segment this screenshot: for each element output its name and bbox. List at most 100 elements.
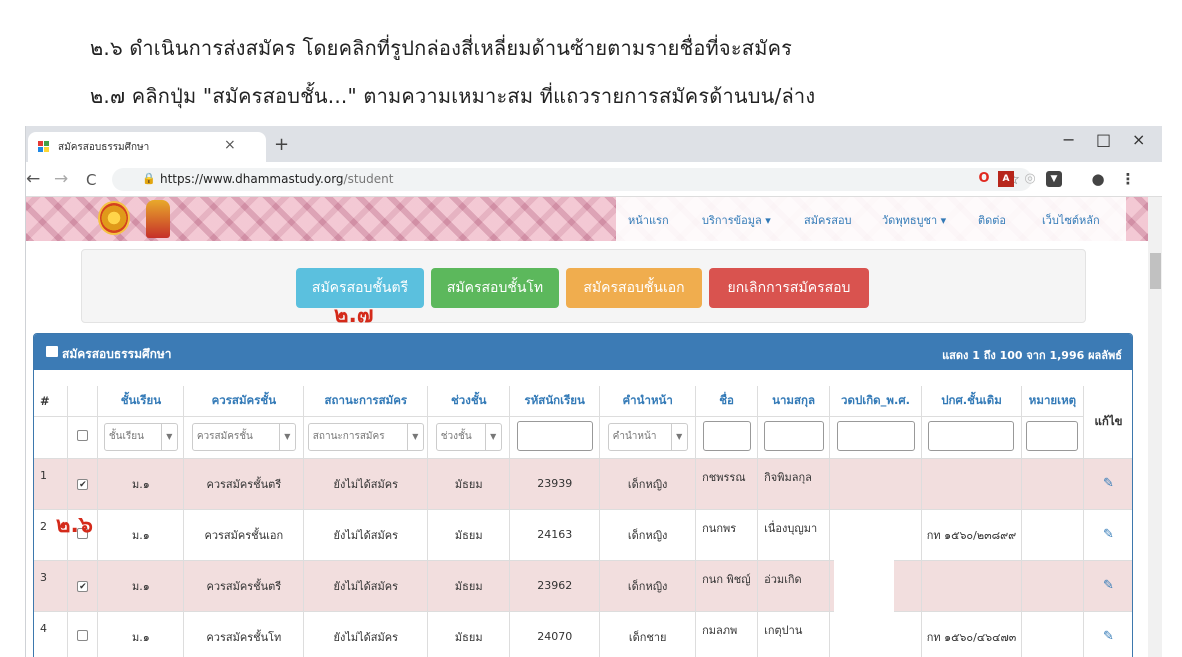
row-level: มัธยม [454,579,483,593]
browser-tab[interactable]: สมัครสอบธรรมศึกษา × [28,132,266,162]
row-last-name: กิจพิมลกุล [764,470,812,484]
col-header-prefix[interactable]: คำนำหน้า [599,386,697,417]
back-button[interactable]: ← [26,169,40,189]
col-header-status[interactable]: สถานะการสมัคร [303,386,429,417]
row-prefix: เด็กชาย [628,630,667,644]
nav-temples[interactable]: วัดพุทธบูชา ▾ [882,211,946,229]
scrollbar-thumb[interactable] [1150,253,1161,289]
close-window-button[interactable]: × [1132,130,1145,149]
row-should-register: ควรสมัครชั้นตรี [206,579,282,593]
instruction-step-2-7: ๒.๗ คลิกปุ่ม "สมัครสอบชั้น..." ตามความเห… [90,84,816,108]
first-name-filter-input[interactable] [702,420,751,451]
col-header-student-id[interactable]: รหัสนักเรียน [509,386,601,417]
top-nav: หน้าแรก บริการข้อมูล ▾ สมัครสอบ วัดพุทธบ… [616,197,1126,241]
download-extension-icon[interactable]: ▼ [1046,171,1062,187]
registration-panel: สมัครสอบธรรมศึกษา แสดง 1 ถึง 100 จาก 1,9… [33,333,1133,657]
row-status: ยังไม่ได้สมัคร [333,477,399,491]
should-register-filter-select[interactable]: ควรสมัครชั้น ▼ [191,423,296,451]
browser-toolbar: ← → C 🔒 https://www.dhammastudy.org/stud… [26,162,1162,197]
col-header-should-register[interactable]: ควรสมัครชั้น [183,386,305,417]
table-header-row: # ชั้นเรียน ควรสมัครชั้น สถานะการสมัคร ช… [34,386,1132,459]
filter-row: ชั้นเรียน ▼ ควรสมัครชั้น ▼ สถานะการสมัคร ▼ … [34,416,1132,459]
reload-button[interactable]: C [86,171,96,189]
edit-pencil-icon[interactable]: ✎ [1103,629,1114,644]
cancel-registration-button[interactable]: ยกเลิกการสมัครสอบ [709,268,869,308]
last-name-filter-input[interactable] [763,420,824,451]
col-header-last-name[interactable]: นามสกุล [757,386,831,417]
table-row[interactable]: 4 ม.๑ ควรสมัครชั้นโท ยังไม่ได้สมัคร มัธยม 240… [34,611,1132,657]
dob-filter-input[interactable] [836,420,915,451]
status-filter-select[interactable]: สถานะการสมัคร ▼ [307,423,424,451]
address-bar[interactable]: 🔒 https://www.dhammastudy.org/student ☆ [112,168,1032,191]
new-tab-button[interactable]: + [274,134,289,155]
level-filter-select[interactable]: ช่วงชั้น ▼ [435,423,502,451]
browser-menu-icon[interactable]: ⋮ [1120,171,1136,187]
row-level: มัธยม [454,477,483,491]
edit-pencil-icon[interactable]: ✎ [1103,476,1114,491]
row-class: ม.๑ [132,579,150,593]
col-header-select [67,386,99,417]
col-header-num[interactable]: # [34,386,69,417]
prev-cert-filter-input[interactable] [928,420,1015,451]
row-prev-cert: กท ๑๕๖๐/๔๖๔๗๓ [926,630,1017,644]
url-text: https://www.dhammastudy.org/student [160,172,394,186]
col-header-level[interactable]: ช่วงชั้น [427,386,511,417]
maximize-button[interactable]: □ [1096,130,1111,149]
nav-contact[interactable]: ติดต่อ [978,211,1006,229]
forward-button[interactable]: → [54,169,68,189]
minimize-button[interactable]: − [1062,130,1075,149]
table-row[interactable]: 3 ✔ ม.๑ ควรสมัครชั้นตรี ยังไม่ได้สมัคร มัธยม 2… [34,560,1132,612]
class-filter-select[interactable]: ชั้นเรียน ▼ [103,423,178,451]
list-icon [46,346,58,357]
row-class: ม.๑ [132,477,150,491]
extension-icon[interactable]: ◎ [1022,171,1038,187]
result-count: แสดง 1 ถึง 100 จาก 1,996 ผลลัพธ์ [942,349,1122,362]
profile-icon[interactable]: ● [1090,171,1106,187]
row-class: ม.๑ [132,630,150,644]
row-status: ยังไม่ได้สมัคร [333,630,399,644]
row-status: ยังไม่ได้สมัคร [333,579,399,593]
row-last-name: เนื่องบุญมา [764,521,818,535]
row-select-checkbox[interactable] [77,629,89,641]
nav-register[interactable]: สมัครสอบ [804,211,852,229]
annotation-label-2-7: ๒.๗ [334,303,374,328]
table-row[interactable]: 1 ✔ ม.๑ ควรสมัครชั้นตรี ยังไม่ได้สมัคร มัธยม 2… [34,458,1132,510]
tab-close-icon[interactable]: × [224,137,236,153]
student-id-filter-input[interactable] [516,420,593,451]
col-header-note[interactable]: หมายเหตุ [1021,386,1084,417]
lock-icon: 🔒 [142,172,156,185]
row-select-checkbox[interactable]: ✔ [77,581,89,592]
row-level: มัธยม [454,528,483,542]
panel-heading: สมัครสอบธรรมศึกษา แสดง 1 ถึง 100 จาก 1,9… [34,334,1132,370]
row-prev-cert: กท ๑๕๖๐/๒๓๘๙๙ [926,528,1017,542]
nav-home[interactable]: หน้าแรก [628,211,669,229]
nav-services[interactable]: บริการข้อมูล ▾ [702,211,771,229]
note-filter-input[interactable] [1026,420,1079,451]
col-header-dob[interactable]: วดปเกิด_พ.ศ. [829,386,923,417]
register-intermediate-button[interactable]: สมัครสอบชั้นโท [431,268,559,308]
edit-pencil-icon[interactable]: ✎ [1103,578,1114,593]
row-first-name: กมลภพ [702,623,738,637]
row-num: 3 [40,570,47,584]
page-scrollbar[interactable] [1148,197,1162,657]
pdf-extension-icon[interactable]: A [998,171,1014,187]
table-row[interactable]: 2 ม.๑ ควรสมัครชั้นเอก ยังไม่ได้สมัคร มัธยม 24… [34,509,1132,561]
action-button-panel: สมัครสอบชั้นตรี สมัครสอบชั้นโท สมัครสอบช… [81,249,1086,323]
opera-extension-icon[interactable]: O [976,171,992,187]
tab-title: สมัครสอบธรรมศึกษา [58,142,150,153]
instruction-step-2-6: ๒.๖ ดำเนินการส่งสมัคร โดยคลิกที่รูปกล่อง… [90,36,793,60]
row-first-name: กนก พิชญ์ [702,572,751,586]
col-header-edit: แก้ไข [1083,386,1132,459]
edit-pencil-icon[interactable]: ✎ [1103,527,1114,542]
select-all-checkbox[interactable] [77,430,89,441]
register-advanced-button[interactable]: สมัครสอบชั้นเอก [566,268,702,308]
col-header-prev-cert[interactable]: ปกศ.ชั้นเดิม [921,386,1022,417]
row-select-checkbox[interactable]: ✔ [77,479,89,490]
col-header-class[interactable]: ชั้นเรียน [97,386,185,417]
browser-window: สมัครสอบธรรมศึกษา × + − □ × ← → C 🔒 http… [25,126,1162,657]
col-header-first-name[interactable]: ชื่อ [695,386,759,417]
prefix-filter-select[interactable]: คำนำหน้า ▼ [607,423,688,451]
site-favicon-icon [38,141,50,153]
tab-strip: สมัครสอบธรรมศึกษา × + − □ × [26,126,1162,162]
nav-main-site[interactable]: เว็บไซต์หลัก [1042,211,1100,229]
